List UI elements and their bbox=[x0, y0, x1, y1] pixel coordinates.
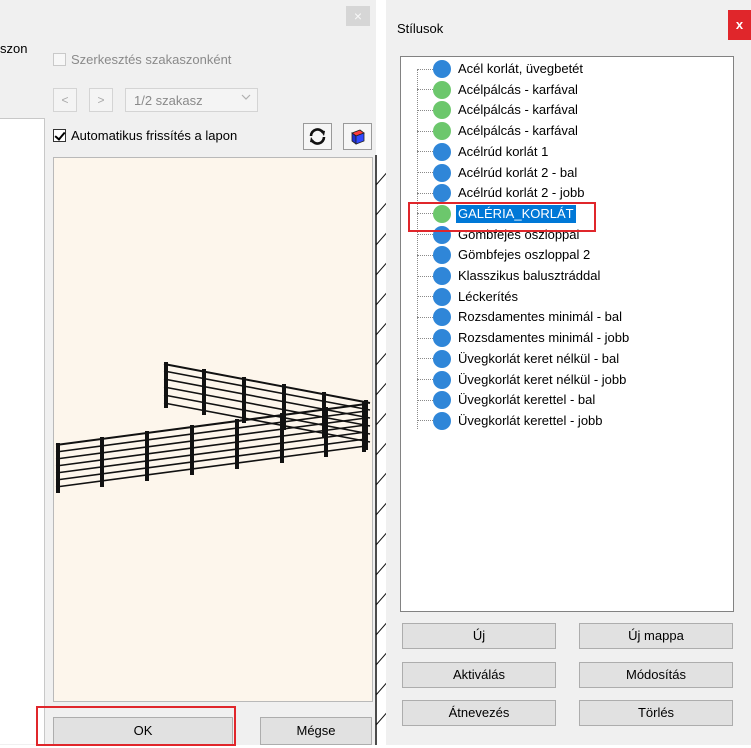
style-dot-icon bbox=[433, 80, 451, 99]
style-dot-icon bbox=[433, 122, 451, 141]
style-dot-icon bbox=[433, 184, 451, 203]
auto-refresh-label: Automatikus frissítés a lapon bbox=[71, 128, 238, 143]
section-select[interactable]: 1/2 szakasz bbox=[125, 88, 258, 112]
tree-branch-line bbox=[417, 420, 433, 422]
tree-branch-line bbox=[417, 275, 433, 277]
tree-item-label: Üvegkorlát keret nélkül - bal bbox=[458, 350, 620, 366]
tree-item-label: Üvegkorlát kerettel - jobb bbox=[458, 412, 603, 428]
selected-item-highlight bbox=[408, 202, 596, 232]
tree-branch-line bbox=[417, 316, 433, 318]
tree-item-label: Léckerítés bbox=[458, 288, 518, 304]
chevron-down-icon bbox=[241, 92, 251, 105]
tree-item-label: Acélrúd korlát 2 - jobb bbox=[458, 185, 585, 201]
style-dot-icon bbox=[433, 163, 451, 182]
tree-item[interactable]: Klasszikus balusztráddal bbox=[417, 266, 602, 286]
tree-branch-line bbox=[417, 379, 433, 380]
style-dot-icon bbox=[433, 391, 451, 410]
left-side-panel bbox=[0, 118, 45, 744]
ok-button-highlight bbox=[36, 706, 236, 746]
style-dot-icon bbox=[433, 246, 451, 265]
style-dot-icon bbox=[433, 287, 451, 306]
tree-item[interactable]: Üvegkorlát keret nélkül - bal bbox=[417, 349, 621, 369]
tree-item-label: Rozsdamentes minimál - bal bbox=[458, 309, 623, 325]
tree-branch-line bbox=[417, 254, 433, 256]
style-dot-icon bbox=[433, 60, 451, 78]
tree-branch-line bbox=[417, 399, 433, 401]
styles-dialog: Stílusok x Acél korlát, üvegbetét Acélpál… bbox=[386, 0, 751, 745]
tree-branch-line bbox=[417, 172, 433, 173]
style-dot-icon bbox=[433, 349, 451, 368]
style-dot-icon bbox=[433, 142, 451, 161]
edit-by-sections-checkbox[interactable]: Szerkesztés szakaszonként bbox=[53, 52, 231, 67]
edit-by-sections-label: Szerkesztés szakaszonként bbox=[71, 52, 232, 67]
cancel-button[interactable]: Mégse bbox=[260, 717, 372, 745]
tree-item[interactable]: Üvegkorlát kerettel - bal bbox=[417, 390, 597, 410]
activate-button[interactable]: Aktiválás bbox=[402, 662, 556, 688]
style-dot-icon bbox=[433, 267, 451, 285]
tree-item[interactable]: Acélrúd korlát 2 - jobb bbox=[417, 183, 586, 203]
modify-button[interactable]: Módosítás bbox=[579, 662, 733, 688]
tree-branch-line bbox=[417, 109, 433, 111]
tree-branch-line bbox=[417, 130, 433, 132]
tree-item[interactable]: Üvegkorlát keret nélkül - jobb bbox=[417, 370, 628, 390]
previous-section-button[interactable]: < bbox=[53, 88, 77, 112]
checkbox-box[interactable] bbox=[53, 53, 66, 66]
style-dot-icon bbox=[433, 411, 451, 430]
tree-item-label: Acélrúd korlát 2 - bal bbox=[458, 164, 578, 180]
new-style-button[interactable]: Új bbox=[402, 623, 556, 649]
style-dot-icon bbox=[433, 329, 451, 348]
3d-view-button[interactable] bbox=[343, 123, 372, 150]
tree-item-label: Klasszikus balusztráddal bbox=[458, 268, 601, 283]
tree-item-label: Üvegkorlát kerettel - bal bbox=[458, 392, 596, 408]
tree-item-label: Acélpálcás - karfával bbox=[458, 123, 578, 139]
tree-item[interactable]: Acélrúd korlát 1 bbox=[417, 142, 550, 162]
tree-item[interactable]: Rozsdamentes minimál - bal bbox=[417, 307, 624, 327]
tree-item-label: Acélrúd korlát 1 bbox=[458, 143, 549, 159]
tree-item-label: Rozsdamentes minimál - jobb bbox=[458, 330, 630, 346]
styles-dialog-title: Stílusok bbox=[397, 21, 444, 36]
styles-tree[interactable]: Acél korlát, üvegbetét Acélpálcás - karfá… bbox=[400, 56, 734, 612]
tree-branch-line bbox=[417, 68, 433, 70]
tree-item[interactable]: Gömbfejes oszloppal 2 bbox=[417, 245, 592, 265]
section-select-value: 1/2 szakasz bbox=[134, 93, 203, 108]
tree-item-label: Acélpálcás - karfával bbox=[458, 102, 578, 118]
tree-item-label: Gömbfejes oszloppal 2 bbox=[458, 247, 591, 263]
railing-settings-dialog: × szon Szerkesztés szakaszonként < > 1/2… bbox=[0, 0, 376, 746]
tree-item-label: Acélpálcás - karfával bbox=[458, 81, 578, 97]
3d-preview[interactable] bbox=[53, 157, 373, 702]
tree-item[interactable]: Acélrúd korlát 2 - bal bbox=[417, 163, 579, 183]
tree-branch-line bbox=[417, 89, 433, 91]
tree-branch-line bbox=[417, 296, 433, 298]
new-folder-button[interactable]: Új mappa bbox=[579, 623, 733, 649]
truncated-label: szon bbox=[0, 41, 28, 56]
tree-branch-line bbox=[417, 151, 433, 153]
left-dialog-close-button[interactable]: × bbox=[346, 6, 370, 26]
styles-close-button[interactable]: x bbox=[728, 10, 751, 40]
tree-branch-line bbox=[417, 337, 433, 339]
tree-item-label: Acél korlát, üvegbetét bbox=[458, 61, 584, 76]
style-dot-icon bbox=[433, 308, 451, 327]
auto-refresh-checkbox[interactable]: Automatikus frissítés a lapon bbox=[53, 128, 237, 143]
delete-button[interactable]: Törlés bbox=[579, 700, 733, 726]
tree-item[interactable]: Üvegkorlát kerettel - jobb bbox=[417, 411, 605, 431]
tree-branch-line bbox=[417, 234, 433, 236]
style-dot-icon bbox=[433, 101, 451, 120]
tree-item[interactable]: Acélpálcás - karfával bbox=[417, 121, 580, 141]
tree-item[interactable]: Léckerítés bbox=[417, 287, 520, 307]
tree-branch-line bbox=[417, 192, 433, 194]
tree-item[interactable]: Rozsdamentes minimál - jobb bbox=[417, 328, 631, 348]
refresh-button[interactable] bbox=[303, 123, 332, 150]
tree-item[interactable]: Acélpálcás - karfával bbox=[417, 80, 580, 100]
rename-button[interactable]: Átnevezés bbox=[402, 700, 556, 726]
tree-item[interactable]: Acélpálcás - karfával bbox=[417, 100, 580, 120]
cube-icon bbox=[351, 129, 365, 145]
tree-item-label: Üvegkorlát keret nélkül - jobb bbox=[458, 371, 627, 387]
style-dot-icon bbox=[433, 370, 451, 389]
railing-3d-preview-image bbox=[55, 362, 371, 493]
tree-branch-line bbox=[417, 358, 433, 360]
refresh-icon bbox=[309, 128, 326, 145]
next-section-button[interactable]: > bbox=[89, 88, 113, 112]
checkbox-box-checked[interactable] bbox=[53, 129, 66, 142]
tree-item[interactable]: Acél korlát, üvegbetét bbox=[417, 59, 585, 79]
